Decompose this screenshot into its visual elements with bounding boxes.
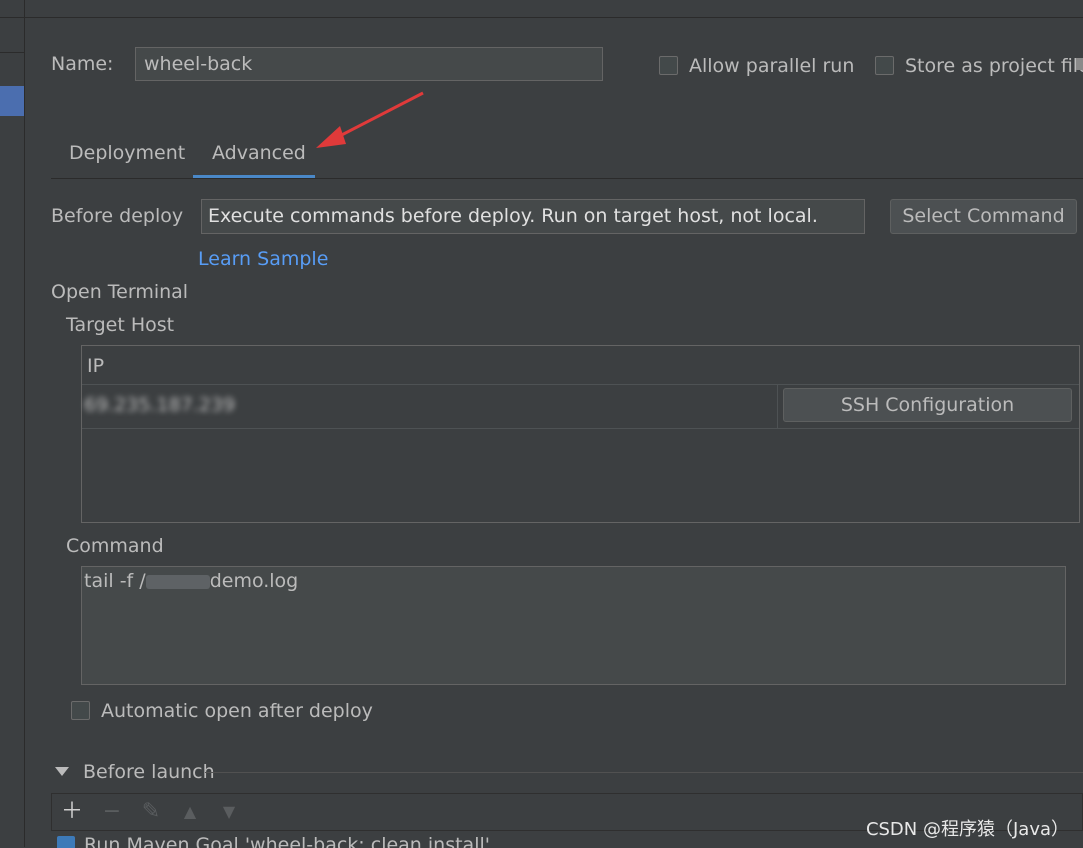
- help-icon[interactable]: [1076, 58, 1083, 70]
- maven-icon: [57, 836, 75, 848]
- left-config-tree: [0, 0, 25, 847]
- open-terminal-label: Open Terminal: [51, 281, 189, 303]
- select-command-button[interactable]: Select Command: [890, 199, 1077, 234]
- ip-column-header: IP: [87, 355, 105, 377]
- before-deploy-label: Before deploy: [51, 205, 184, 227]
- store-project-label: Store as project file: [905, 55, 1083, 77]
- before-launch-task: Run Maven Goal 'wheel-back: clean instal…: [84, 834, 490, 848]
- learn-sample-link[interactable]: Learn Sample: [198, 248, 328, 270]
- table-header: IP: [82, 346, 1079, 385]
- command-prefix: tail -f /: [84, 570, 146, 592]
- left-divider: [0, 52, 24, 53]
- host-ip-cell: 69.235.187.239: [84, 394, 236, 416]
- allow-parallel-checkbox[interactable]: [659, 56, 678, 75]
- redacted-path: [145, 574, 210, 589]
- add-icon[interactable]: ＋: [57, 796, 87, 828]
- tab-advanced[interactable]: Advanced: [212, 142, 306, 164]
- name-label: Name:: [51, 53, 114, 75]
- cell-separator: [777, 384, 778, 428]
- before-launch-label: Before launch: [83, 761, 215, 783]
- watermark: CSDN @程序猿（Java）: [865, 819, 1069, 840]
- remove-icon[interactable]: −: [97, 796, 127, 828]
- table-row[interactable]: 69.235.187.239 SSH Configuration: [82, 384, 1079, 429]
- selected-config-item[interactable]: [0, 86, 24, 116]
- name-input[interactable]: wheel-back: [135, 47, 603, 81]
- tab-deployment[interactable]: Deployment: [69, 142, 185, 164]
- before-deploy-input[interactable]: Execute commands before deploy. Run on t…: [201, 199, 865, 234]
- edit-icon[interactable]: ✎: [136, 796, 166, 828]
- auto-open-label: Automatic open after deploy: [101, 700, 373, 722]
- move-down-icon[interactable]: ▼: [214, 796, 244, 828]
- command-suffix: demo.log: [209, 570, 299, 592]
- target-host-label: Target Host: [66, 314, 175, 336]
- target-host-table: IP 69.235.187.239 SSH Configuration: [81, 345, 1080, 523]
- top-divider: [0, 17, 1083, 18]
- move-up-icon[interactable]: ▲: [175, 796, 205, 828]
- ssh-configuration-button[interactable]: SSH Configuration: [783, 388, 1072, 422]
- annotation-arrow-icon: [316, 91, 424, 148]
- collapse-triangle-icon[interactable]: [55, 767, 69, 777]
- allow-parallel-label: Allow parallel run: [689, 55, 855, 77]
- command-label: Command: [66, 535, 164, 557]
- store-project-checkbox[interactable]: [875, 56, 894, 75]
- section-separator: [205, 772, 1083, 773]
- command-textarea[interactable]: tail -f / demo.log: [81, 566, 1066, 685]
- tab-divider: [51, 178, 1083, 179]
- auto-open-checkbox[interactable]: [71, 701, 90, 720]
